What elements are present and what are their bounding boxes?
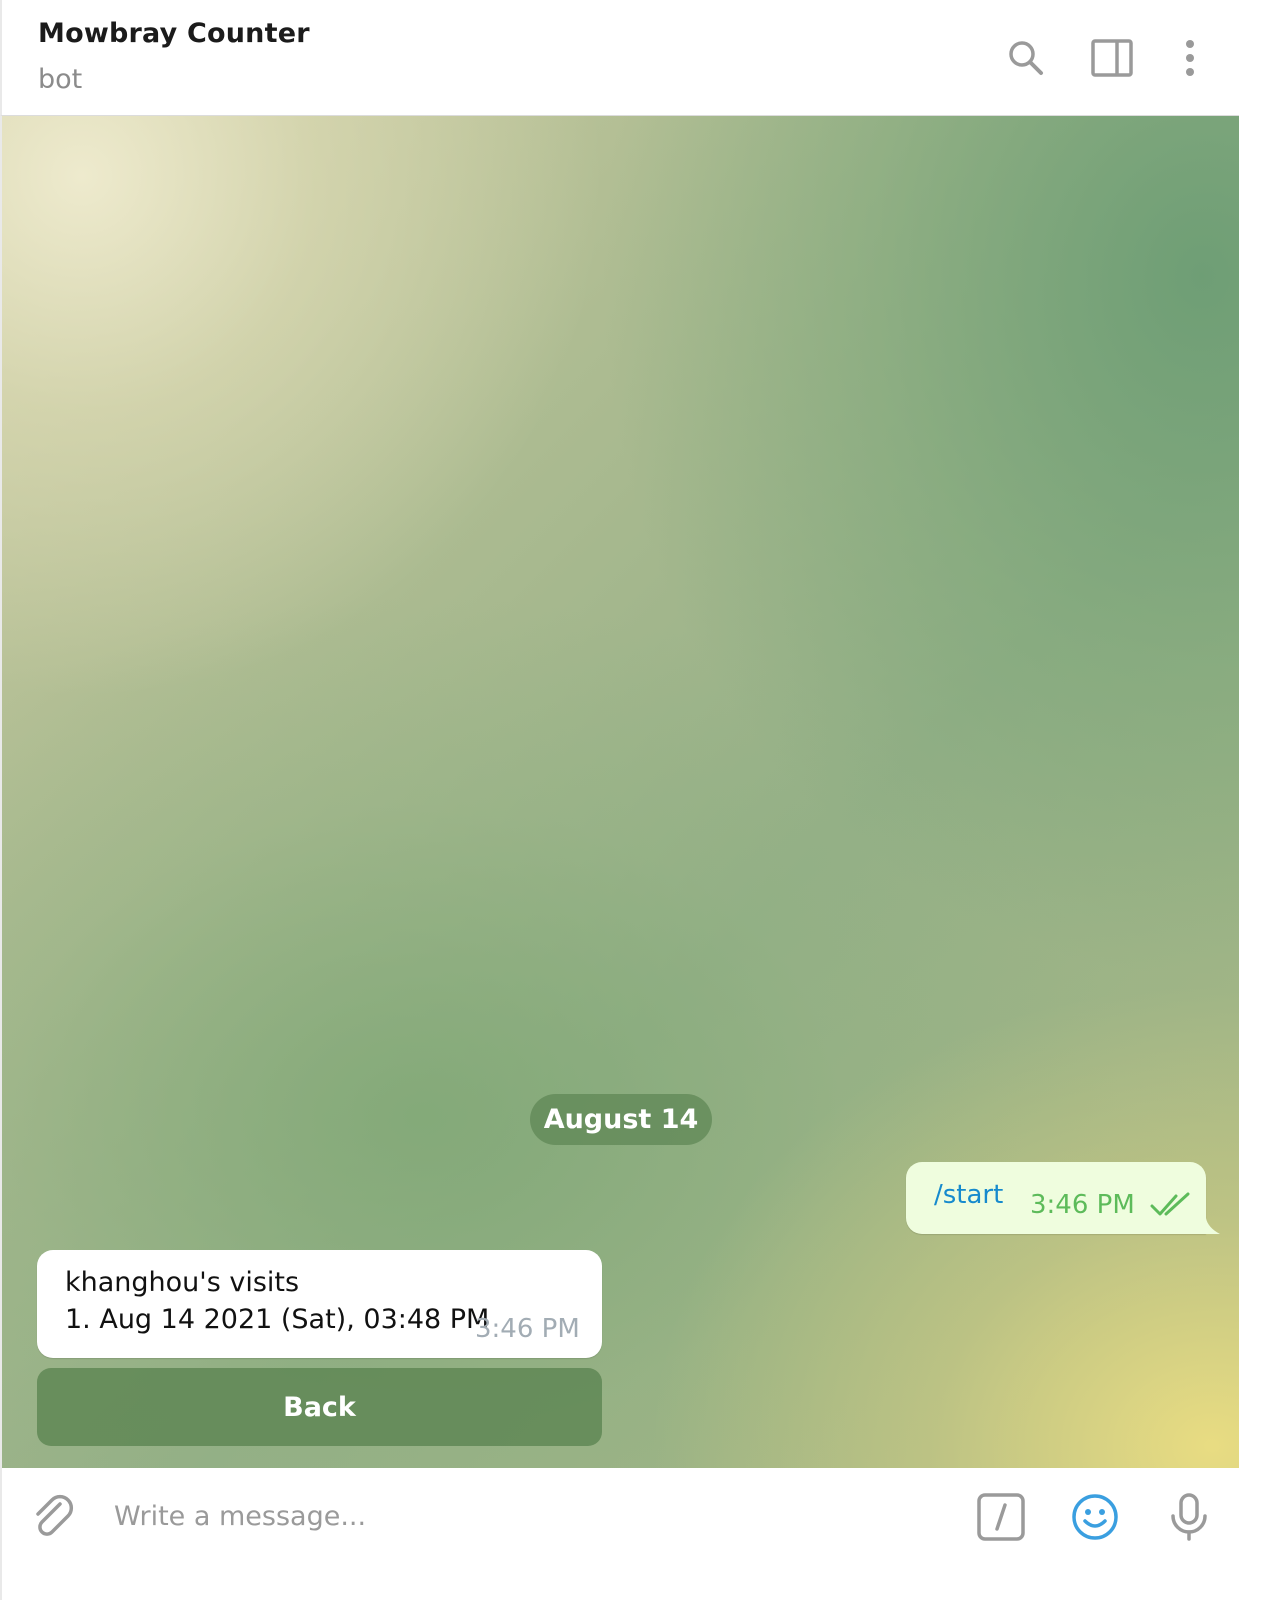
double-check-icon (1150, 1192, 1190, 1216)
chat-title[interactable]: Mowbray Counter (38, 18, 310, 49)
incoming-message[interactable]: khanghou's visits 1. Aug 14 2021 (Sat), … (37, 1250, 602, 1358)
paperclip-icon[interactable] (30, 1492, 78, 1540)
message-composer (0, 1468, 1239, 1600)
search-icon[interactable] (1004, 36, 1048, 80)
emoji-icon[interactable] (1070, 1492, 1120, 1542)
message-line-1: khanghou's visits (65, 1267, 300, 1298)
back-button[interactable]: Back (37, 1368, 602, 1446)
sidebar-toggle-icon[interactable] (1090, 36, 1134, 80)
message-input[interactable] (114, 1488, 934, 1544)
message-text[interactable]: /start (934, 1180, 1003, 1210)
message-time: 3:46 PM (1030, 1190, 1135, 1220)
date-separator: August 14 (530, 1094, 712, 1145)
chat-status: bot (38, 64, 83, 95)
bubble-tail (1198, 1218, 1220, 1234)
microphone-icon[interactable] (1164, 1492, 1214, 1542)
message-line-2: 1. Aug 14 2021 (Sat), 03:48 PM (65, 1304, 490, 1335)
more-vertical-icon[interactable] (1168, 36, 1212, 80)
outgoing-message[interactable]: /start 3:46 PM (906, 1162, 1206, 1234)
bot-command-icon[interactable] (976, 1492, 1026, 1542)
chat-header: Mowbray Counter bot (0, 0, 1239, 116)
message-time: 3:46 PM (475, 1314, 580, 1344)
telegram-window: Mowbray Counter bot August 14 /start 3:4… (0, 0, 1264, 1600)
chat-area[interactable]: August 14 /start 3:46 PM khanghou's visi… (0, 116, 1239, 1468)
